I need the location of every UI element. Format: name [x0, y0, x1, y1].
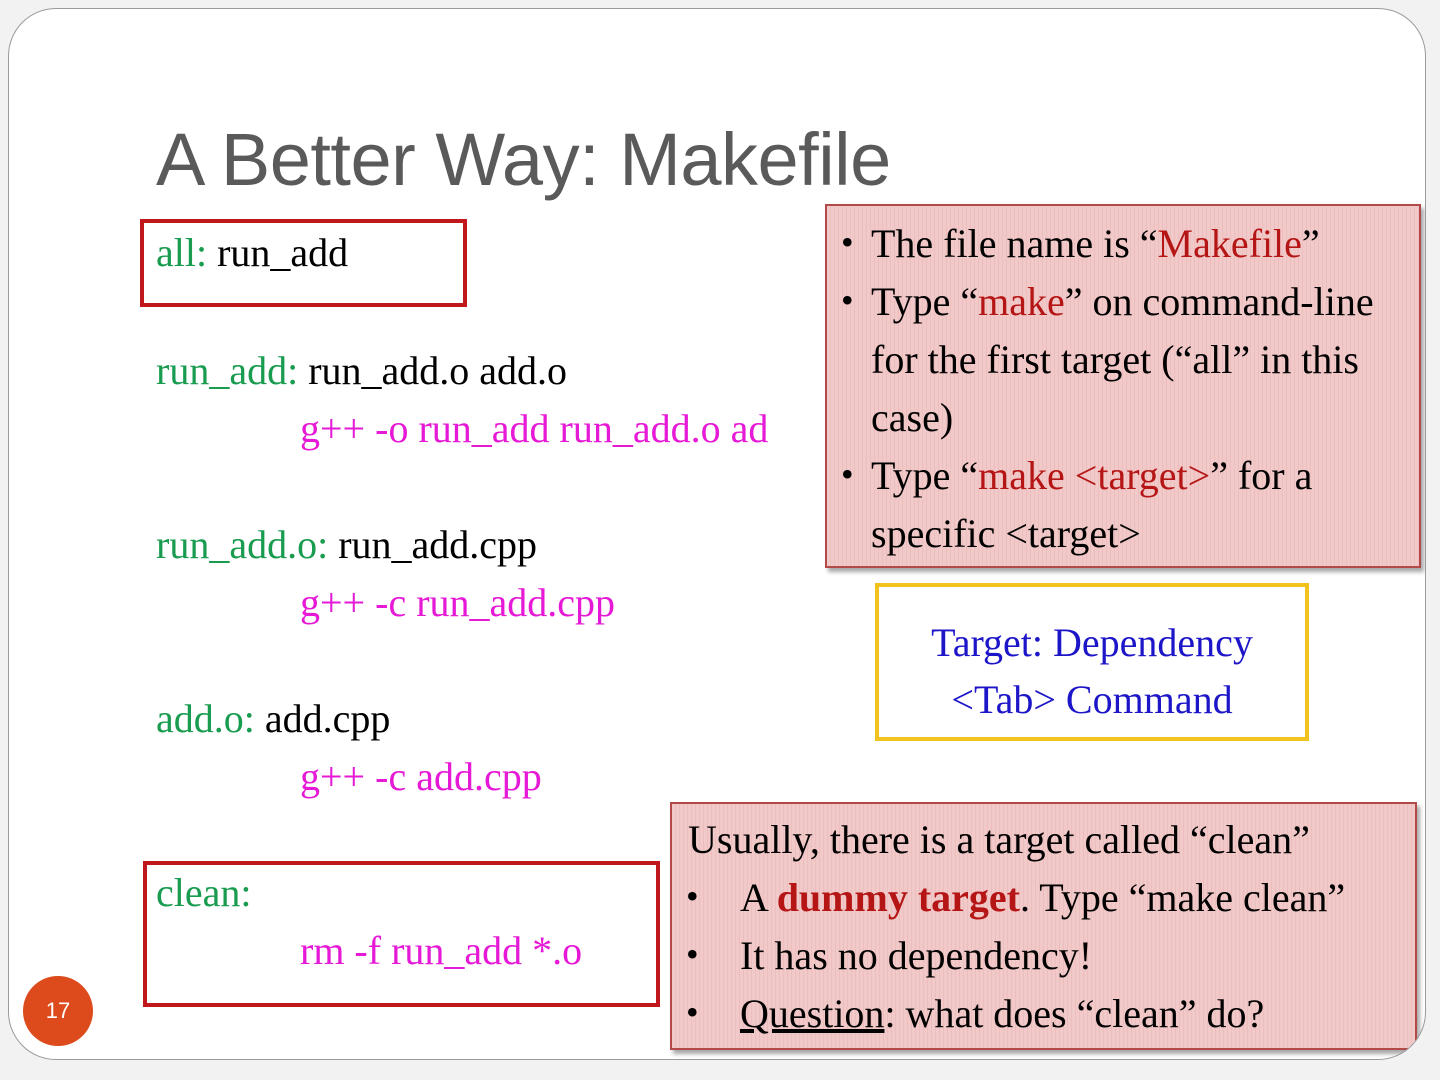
- clean-note-no-dependency: It has no dependency!: [740, 933, 1093, 978]
- all-dependency: run_add: [207, 230, 349, 275]
- clean-bullet-2: •: [686, 934, 699, 974]
- note-line-make-2: for the first target (“all” in this: [871, 337, 1359, 382]
- note-line-make-target: Type “make <target>” for a: [871, 453, 1313, 498]
- note-line-make-3: case): [871, 395, 954, 440]
- page-number-badge: 17: [23, 976, 93, 1046]
- clean-target: clean:: [156, 870, 252, 915]
- add-o-target: add.o:: [156, 696, 255, 741]
- dummy-target-emphasis: dummy target: [776, 875, 1020, 920]
- note-line-make: Type “make” on command-line: [871, 279, 1374, 324]
- add-o-dependency: add.cpp: [254, 696, 391, 741]
- clean-target-note: Usually, there is a target called “clean…: [670, 802, 1417, 1050]
- add-o-command: g++ -c add.cpp: [300, 754, 542, 799]
- clean-note-question: Question: what does “clean” do?: [740, 991, 1265, 1036]
- run-add-o-target: run_add.o:: [156, 522, 329, 567]
- bullet-2: •: [841, 280, 854, 320]
- note-line-filename: The file name is “Makefile”: [871, 221, 1320, 266]
- make-command: make: [978, 279, 1065, 324]
- add-o-rule: add.o: add.cpp: [156, 699, 390, 739]
- makefile-name: Makefile: [1157, 221, 1302, 266]
- clean-bullet-1: •: [686, 876, 699, 916]
- note-line-make-target-2: specific <target>: [871, 511, 1141, 556]
- all-rule: all: run_add: [156, 233, 348, 273]
- run-add-rule: run_add: run_add.o add.o: [156, 351, 567, 391]
- run-add-o-command: g++ -c run_add.cpp: [300, 580, 616, 625]
- slide-title: A Better Way: Makefile: [156, 118, 891, 201]
- clean-note-intro: Usually, there is a target called “clean…: [688, 817, 1310, 862]
- run-add-command: g++ -o run_add run_add.o ad: [300, 406, 769, 451]
- clean-note-dummy: A dummy target. Type “make clean”: [740, 875, 1346, 920]
- run-add-o-dependency: run_add.cpp: [328, 522, 538, 567]
- legend-line-1: Target: Dependency: [931, 620, 1253, 665]
- run-add-dependencies: run_add.o add.o: [298, 348, 568, 393]
- makefile-usage-note: • The file name is “Makefile” • Type “ma…: [825, 204, 1421, 568]
- run-add-o-rule: run_add.o: run_add.cpp: [156, 525, 537, 565]
- slide: A Better Way: Makefile all: run_add run_…: [8, 8, 1426, 1060]
- all-target: all:: [156, 230, 208, 275]
- bullet-3: •: [841, 454, 854, 494]
- legend-line-2: <Tab> Command: [951, 677, 1233, 722]
- clean-command: rm -f run_add *.o: [300, 928, 583, 973]
- bullet-1: •: [841, 222, 854, 262]
- run-add-target: run_add:: [156, 348, 299, 393]
- make-target-command: make <target>: [978, 453, 1211, 498]
- question-label: Question: [740, 991, 885, 1036]
- clean-bullet-3: •: [686, 992, 699, 1032]
- rule-syntax-legend: Target: Dependency <Tab> Command: [875, 583, 1309, 741]
